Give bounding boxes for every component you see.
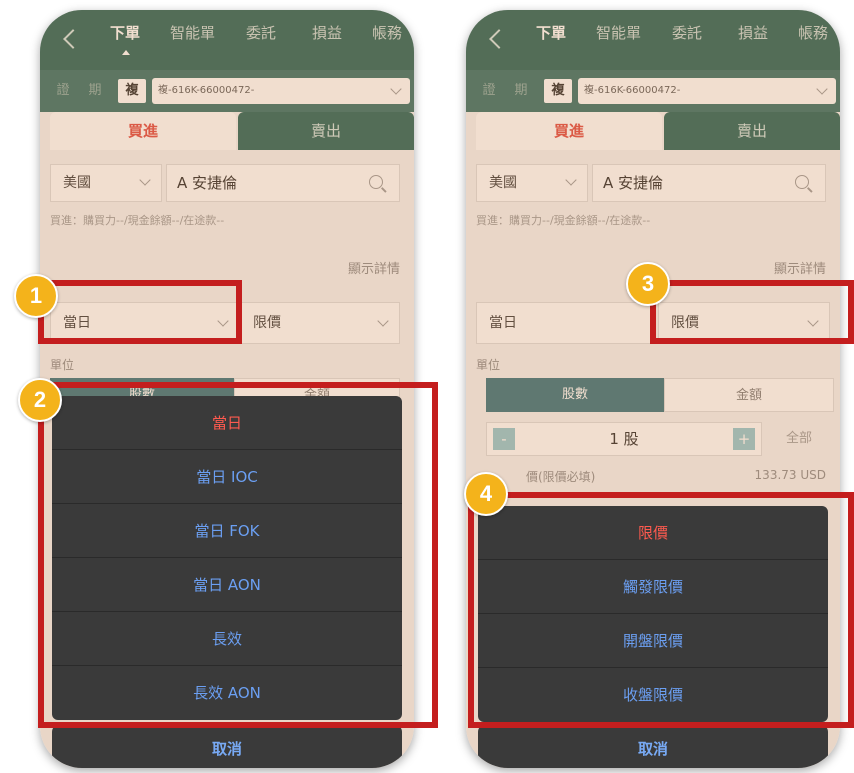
highlight-duration-options bbox=[38, 382, 438, 728]
step-badge-4: 4 bbox=[464, 472, 508, 516]
cancel-button[interactable]: 取消 bbox=[478, 724, 828, 768]
highlight-price-type-options bbox=[468, 492, 854, 728]
step-badge-2: 2 bbox=[18, 378, 62, 422]
step-badge-1: 1 bbox=[14, 274, 58, 318]
highlight-price-type-select bbox=[650, 280, 854, 344]
cancel-button[interactable]: 取消 bbox=[52, 724, 402, 768]
step-badge-3: 3 bbox=[626, 262, 670, 306]
highlight-duration-select bbox=[38, 280, 242, 344]
